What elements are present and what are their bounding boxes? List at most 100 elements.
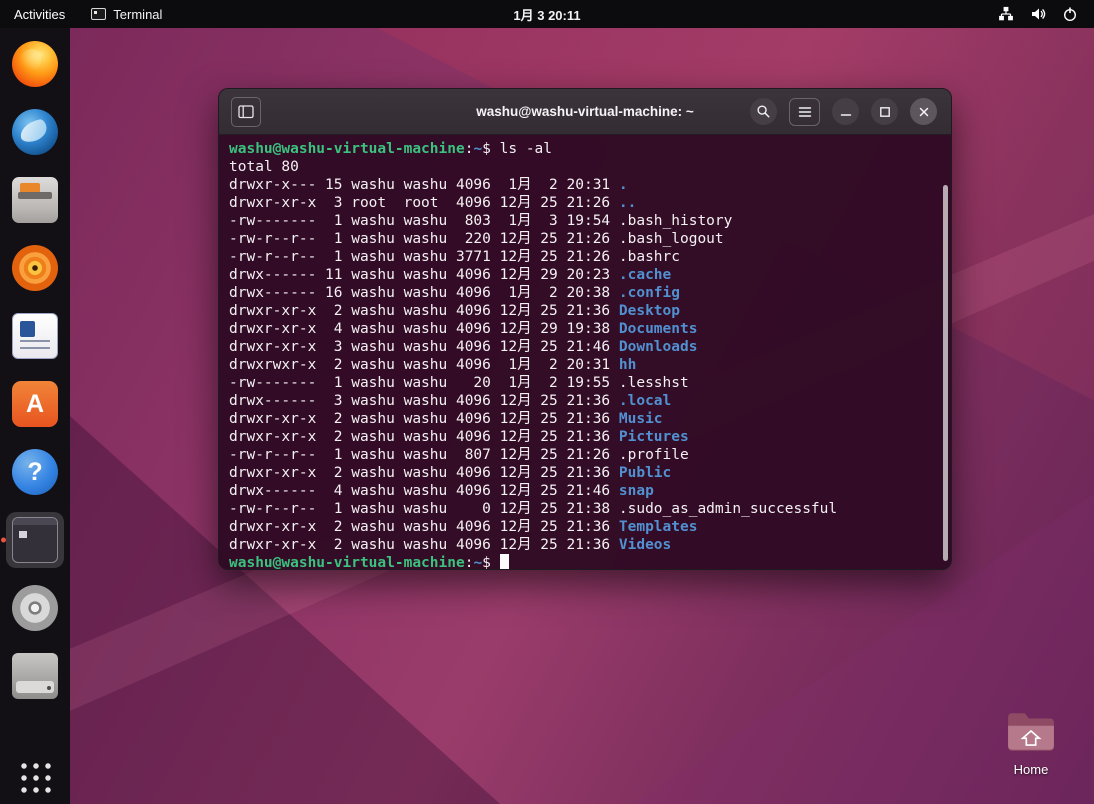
home-folder-icon[interactable]: Home (998, 711, 1064, 777)
thunderbird-icon (12, 109, 58, 155)
terminal-text-segment: Music (618, 411, 663, 427)
menu-button[interactable] (789, 97, 820, 126)
terminal-output[interactable]: washu@washu-virtual-machine:~$ ls -al tot… (219, 135, 951, 569)
terminal-text-segment: drwxr-xr-x 4 washu washu 4096 12月 29 19:… (229, 321, 619, 337)
terminal-line: -rw-r--r-- 1 washu washu 220 12月 25 21:2… (229, 230, 937, 248)
dock: A? (0, 28, 70, 804)
terminal-line: -rw-r--r-- 1 washu washu 0 12月 25 21:38 … (229, 500, 937, 518)
activities-button[interactable]: Activities (14, 7, 65, 22)
system-status-area[interactable] (998, 6, 1094, 22)
terminal-line: drwxrwxr-x 2 washu washu 4096 1月 2 20:31… (229, 356, 937, 374)
libreoffice-writer-icon (12, 313, 58, 359)
terminal-text-segment: .cache (618, 267, 672, 283)
terminal-text-segment: drwx------ 16 washu washu 4096 1月 2 20:3… (229, 285, 619, 301)
disc-dock-item[interactable] (6, 580, 64, 636)
terminal-text-segment: drwxr-xr-x 2 washu washu 4096 12月 25 21:… (229, 465, 619, 481)
files-dock-item[interactable] (6, 172, 64, 228)
maximize-icon (879, 106, 890, 117)
terminal-text-segment: drwxr-xr-x 2 washu washu 4096 12月 25 21:… (229, 411, 619, 427)
clock[interactable]: 1月 3 20:11 (513, 5, 580, 24)
home-folder-label: Home (1013, 762, 1049, 777)
terminal-line: -rw-r--r-- 1 washu washu 807 12月 25 21:2… (229, 446, 937, 464)
drive-dock-item[interactable] (6, 648, 64, 704)
help-icon: ? (12, 449, 58, 495)
terminal-line: drwxr-xr-x 3 root root 4096 12月 25 21:26… (229, 194, 937, 212)
terminal-line: -rw------- 1 washu washu 20 1月 2 19:55 .… (229, 374, 937, 392)
terminal-text-segment: drwxr-x--- 15 washu washu 4096 1月 2 20:3… (229, 177, 619, 193)
terminal-text-segment: -rw-r--r-- 1 washu washu 807 12月 25 21:2… (229, 447, 689, 463)
search-button[interactable] (750, 98, 777, 125)
terminal-icon (12, 517, 58, 563)
terminal-line: total 80 (229, 158, 937, 176)
firefox-dock-item[interactable] (6, 36, 64, 92)
terminal-line: drwxr-x--- 15 washu washu 4096 1月 2 20:3… (229, 176, 937, 194)
show-apps-button[interactable] (18, 760, 52, 794)
terminal-line: drwx------ 11 washu washu 4096 12月 29 20… (229, 266, 937, 284)
terminal-text-segment: ~ (473, 555, 483, 569)
terminal-line: drwx------ 16 washu washu 4096 1月 2 20:3… (229, 284, 937, 302)
terminal-small-icon (91, 8, 107, 20)
terminal-window: washu@washu-virtual-machine: ~ washu@was… (218, 88, 952, 570)
network-icon[interactable] (998, 6, 1014, 22)
folder-icon (1008, 713, 1054, 751)
new-tab-icon (238, 104, 254, 118)
terminal-text-segment: -rw-r--r-- 1 washu washu 3771 12月 25 21:… (229, 249, 680, 265)
terminal-text-segment: .config (618, 285, 680, 301)
removable-drive-icon (12, 653, 58, 699)
desktop[interactable]: Home washu@washu-virtual-machine: ~ wash… (70, 28, 1094, 804)
close-button[interactable] (910, 98, 937, 125)
power-icon[interactable] (1062, 6, 1078, 22)
terminal-scrollbar[interactable] (943, 185, 948, 561)
dock-items: A? (0, 28, 70, 704)
terminal-text-segment: -rw-r--r-- 1 washu washu 0 12月 25 21:38 … (229, 501, 838, 517)
terminal-text-segment: .. (618, 195, 637, 211)
files-icon (12, 177, 58, 223)
rhythmbox-dock-item[interactable] (6, 240, 64, 296)
terminal-line: drwxr-xr-x 2 washu washu 4096 12月 25 21:… (229, 464, 937, 482)
terminal-text-segment: drwxr-xr-x 2 washu washu 4096 12月 25 21:… (229, 429, 619, 445)
terminal-text-segment: .local (618, 393, 672, 409)
terminal-line: drwxr-xr-x 4 washu washu 4096 12月 29 19:… (229, 320, 937, 338)
terminal-cursor (499, 554, 509, 569)
terminal-text-segment: drwxr-xr-x 3 root root 4096 12月 25 21:26 (229, 195, 619, 211)
help-dock-item[interactable]: ? (6, 444, 64, 500)
terminal-titlebar[interactable]: washu@washu-virtual-machine: ~ (219, 89, 951, 135)
terminal-line: washu@washu-virtual-machine:~$ ls -al (229, 140, 937, 158)
thunderbird-dock-item[interactable] (6, 104, 64, 160)
terminal-text-segment: drwx------ 4 washu washu 4096 12月 25 21:… (229, 483, 619, 499)
optical-disc-icon (12, 585, 58, 631)
terminal-line: drwxr-xr-x 2 washu washu 4096 12月 25 21:… (229, 302, 937, 320)
terminal-text-segment: -rw-r--r-- 1 washu washu 220 12月 25 21:2… (229, 231, 724, 247)
terminal-text-segment: hh (618, 357, 637, 373)
terminal-text-segment: -rw------- 1 washu washu 20 1月 2 19:55 .… (229, 375, 689, 391)
maximize-button[interactable] (871, 98, 898, 125)
close-icon (919, 107, 928, 116)
focused-app-indicator[interactable]: Terminal (91, 7, 162, 22)
terminal-line: washu@washu-virtual-machine:~$ (229, 554, 937, 569)
terminal-line: -rw-r--r-- 1 washu washu 3771 12月 25 21:… (229, 248, 937, 266)
firefox-icon (12, 41, 58, 87)
minimize-button[interactable] (832, 98, 859, 125)
terminal-text-segment: snap (618, 483, 654, 499)
terminal-text-segment: Videos (618, 537, 672, 553)
terminal-line: drwxr-xr-x 2 washu washu 4096 12月 25 21:… (229, 410, 937, 428)
terminal-text-segment: drwxr-xr-x 3 washu washu 4096 12月 25 21:… (229, 339, 619, 355)
terminal-text-segment: Documents (618, 321, 698, 337)
terminal-text-segment: $ (482, 555, 500, 569)
terminal-dock-item[interactable] (6, 512, 64, 568)
rhythmbox-icon (12, 245, 58, 291)
terminal-text-segment: ~ (473, 141, 483, 157)
terminal-line: drwxr-xr-x 2 washu washu 4096 12月 25 21:… (229, 518, 937, 536)
top-bar: Activities Terminal 1月 3 20:11 (0, 0, 1094, 28)
terminal-line: drwxr-xr-x 2 washu washu 4096 12月 25 21:… (229, 536, 937, 554)
terminal-text-segment: washu@washu-virtual-machine (229, 555, 465, 569)
writer-dock-item[interactable] (6, 308, 64, 364)
focused-app-label: Terminal (113, 6, 163, 22)
software-dock-item[interactable]: A (6, 376, 64, 432)
terminal-text-segment: drwxr-xr-x 2 washu washu 4096 12月 25 21:… (229, 303, 619, 319)
volume-icon[interactable] (1030, 6, 1046, 22)
new-tab-button[interactable] (231, 96, 261, 127)
ubuntu-software-icon: A (12, 381, 58, 427)
terminal-title: washu@washu-virtual-machine: ~ (476, 104, 694, 119)
terminal-text-segment: drwxr-xr-x 2 washu washu 4096 12月 25 21:… (229, 519, 619, 535)
